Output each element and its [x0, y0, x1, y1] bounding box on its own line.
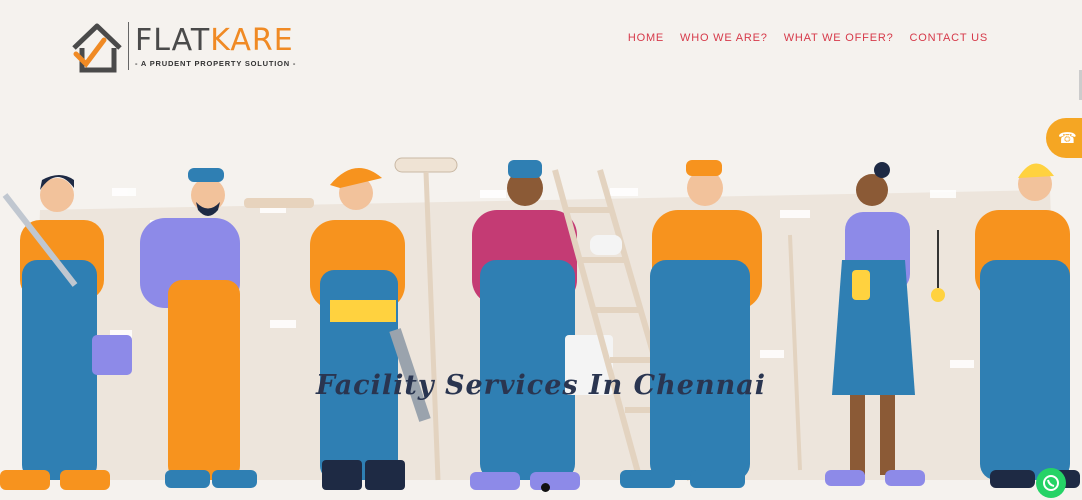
logo-divider — [128, 22, 129, 70]
site-header: FLATKARE - A PRUDENT PROPERTY SOLUTION -… — [0, 0, 1082, 100]
brand-name: FLATKARE — [135, 22, 294, 58]
slider-dot-active[interactable] — [541, 483, 550, 492]
whatsapp-button[interactable] — [1036, 468, 1066, 498]
nav-contact-us[interactable]: CONTACT US — [910, 32, 989, 44]
hero-caption: Facility Services In Chennai — [316, 370, 766, 401]
nav-home[interactable]: HOME — [628, 32, 664, 44]
house-check-logo-icon — [72, 23, 122, 73]
nav-what-we-offer[interactable]: WHAT WE OFFER? — [784, 32, 894, 44]
brand-logo[interactable]: FLATKARE - A PRUDENT PROPERTY SOLUTION - — [68, 18, 328, 74]
hero-slider: Facility Services In Chennai — [0, 150, 1082, 500]
whatsapp-icon — [1043, 475, 1059, 491]
call-button[interactable]: ☎ — [1046, 118, 1082, 158]
nav-who-we-are[interactable]: WHO WE ARE? — [680, 32, 768, 44]
brand-tagline: - A PRUDENT PROPERTY SOLUTION - — [135, 58, 297, 68]
main-nav: HOME WHO WE ARE? WHAT WE OFFER? CONTACT … — [628, 32, 988, 44]
workers-illustration — [0, 157, 1080, 490]
phone-icon: ☎ — [1058, 130, 1077, 147]
